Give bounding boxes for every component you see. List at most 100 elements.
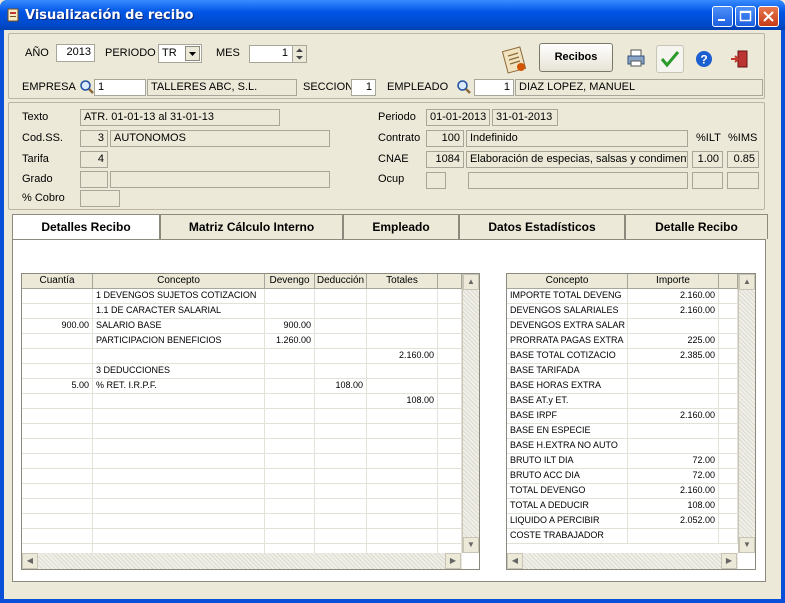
mes-value: 1	[281, 47, 288, 59]
table-row[interactable]	[22, 514, 462, 529]
table-row[interactable]: TOTAL DEVENGO 2.160.00	[507, 484, 738, 499]
table-row[interactable]	[22, 439, 462, 454]
table-row[interactable]: TOTAL A DEDUCIR 108.00	[507, 499, 738, 514]
table-row[interactable]: 1 DEVENGOS SUJETOS COTIZACION	[22, 289, 462, 304]
seccion-field[interactable]: 1	[351, 79, 376, 96]
table-cell	[93, 439, 265, 454]
horizontal-scrollbar[interactable]: ◀ ▶	[22, 553, 462, 569]
tarifa-field: 4	[80, 151, 108, 168]
table-row[interactable]: BASE TARIFADA	[507, 364, 738, 379]
grid-header[interactable]: Concepto	[507, 274, 628, 289]
grid-header[interactable]: Deducción	[315, 274, 367, 289]
horizontal-scrollbar[interactable]: ◀ ▶	[507, 553, 738, 569]
close-button[interactable]	[758, 6, 779, 27]
grid-header[interactable]: Concepto	[93, 274, 265, 289]
table-row[interactable]: IMPORTE TOTAL DEVENG 2.160.00	[507, 289, 738, 304]
scroll-up-icon[interactable]: ▲	[739, 274, 755, 290]
maximize-button[interactable]	[735, 6, 756, 27]
table-cell	[367, 364, 438, 379]
scroll-down-icon[interactable]: ▼	[463, 537, 479, 553]
table-row[interactable]: LIQUIDO A PERCIBIR 2.052.00	[507, 514, 738, 529]
table-row[interactable]: 5.00% RET. I.R.P.F. 108.00	[22, 379, 462, 394]
table-row[interactable]: 108.00	[22, 394, 462, 409]
table-row[interactable]	[22, 499, 462, 514]
vertical-scrollbar[interactable]: ▲ ▼	[738, 274, 755, 553]
periodo-select[interactable]: TR	[158, 44, 202, 63]
scroll-right-icon[interactable]: ▶	[721, 553, 737, 569]
empresa-code-field[interactable]: 1	[94, 79, 146, 96]
table-cell: 108.00	[367, 394, 438, 409]
tab-detalle-recibo[interactable]: Detalle Recibo	[625, 214, 768, 239]
table-cell	[438, 454, 462, 469]
stepper-arrows-icon[interactable]	[292, 46, 306, 62]
minimize-button[interactable]	[712, 6, 733, 27]
tab-empleado[interactable]: Empleado	[343, 214, 459, 239]
cobro-label: % Cobro	[22, 192, 65, 204]
print-button[interactable]	[625, 47, 647, 69]
codss-code-field: 3	[80, 130, 108, 147]
table-cell	[438, 499, 462, 514]
table-row[interactable]: BRUTO ACC DIA 72.00	[507, 469, 738, 484]
receipt-icon[interactable]	[499, 45, 529, 75]
cobro-field	[80, 190, 120, 207]
table-cell	[719, 424, 738, 439]
empleado-code-field[interactable]: 1	[474, 79, 514, 96]
table-row[interactable]: BASE IRPF 2.160.00	[507, 409, 738, 424]
tab-datos-estadisticos[interactable]: Datos Estadísticos	[459, 214, 625, 239]
table-row[interactable]: 1.1 DE CARACTER SALARIAL	[22, 304, 462, 319]
scroll-right-icon[interactable]: ▶	[445, 553, 461, 569]
table-cell	[22, 304, 93, 319]
table-row[interactable]: BRUTO ILT DIA 72.00	[507, 454, 738, 469]
title-bar[interactable]: Visualización de recibo	[0, 0, 785, 30]
table-cell	[315, 349, 367, 364]
contrato-name-field: Indefinido	[466, 130, 688, 147]
table-cell	[628, 394, 719, 409]
vertical-scrollbar[interactable]: ▲ ▼	[462, 274, 479, 553]
table-row[interactable]	[22, 529, 462, 544]
grid-header[interactable]: Devengo	[265, 274, 315, 289]
recibos-button[interactable]: Recibos	[539, 43, 613, 72]
detalle-grid[interactable]: Cuantía Concepto Devengo Deducción Total…	[21, 273, 480, 570]
table-cell	[265, 439, 315, 454]
table-row[interactable]: BASE HORAS EXTRA	[507, 379, 738, 394]
anio-field[interactable]: 2013	[56, 44, 95, 62]
scroll-left-icon[interactable]: ◀	[507, 553, 523, 569]
grid-header[interactable]: Importe	[628, 274, 719, 289]
table-cell	[367, 304, 438, 319]
scroll-down-icon[interactable]: ▼	[739, 537, 755, 553]
chevron-down-icon[interactable]	[185, 46, 200, 61]
scroll-up-icon[interactable]: ▲	[463, 274, 479, 290]
scroll-left-icon[interactable]: ◀	[22, 553, 38, 569]
table-row[interactable]: 900.00 SALARIO BASE 900.00	[22, 319, 462, 334]
table-row[interactable]: BASE EN ESPECIE	[507, 424, 738, 439]
table-row[interactable]: 2.160.00	[22, 349, 462, 364]
table-row[interactable]	[22, 409, 462, 424]
exit-button[interactable]	[729, 49, 751, 71]
table-row[interactable]: DEVENGOS EXTRA SALAR	[507, 319, 738, 334]
help-button[interactable]: ?	[694, 49, 716, 71]
table-row[interactable]: 3 DEDUCCIONES	[22, 364, 462, 379]
table-row[interactable]: PARTICIPACION BENEFICIOS 1.260.00	[22, 334, 462, 349]
table-row[interactable]: DEVENGOS SALARIALES 2.160.00	[507, 304, 738, 319]
table-row[interactable]	[22, 484, 462, 499]
table-cell	[719, 454, 738, 469]
table-row[interactable]: BASE H.EXTRA NO AUTO	[507, 439, 738, 454]
search-icon[interactable]	[456, 79, 472, 95]
table-row[interactable]	[22, 424, 462, 439]
table-row[interactable]	[22, 454, 462, 469]
accept-button[interactable]	[656, 45, 684, 73]
grid-header[interactable]: Totales	[367, 274, 438, 289]
table-row[interactable]: BASE TOTAL COTIZACIO 2.385.00	[507, 349, 738, 364]
tab-detalles-recibo[interactable]: Detalles Recibo	[12, 214, 160, 240]
table-cell: DEVENGOS EXTRA SALAR	[507, 319, 628, 334]
grado-name-field	[110, 171, 330, 188]
table-row[interactable]: COSTE TRABAJADOR	[507, 529, 738, 544]
tab-matriz-calculo[interactable]: Matriz Cálculo Interno	[160, 214, 343, 239]
table-row[interactable]: PRORRATA PAGAS EXTRA 225.00	[507, 334, 738, 349]
search-icon[interactable]	[79, 79, 95, 95]
resumen-grid[interactable]: Concepto Importe IMPORTE TOTAL DEVENG 2.1…	[506, 273, 756, 570]
mes-stepper[interactable]: 1	[249, 45, 307, 63]
table-row[interactable]	[22, 469, 462, 484]
table-row[interactable]: BASE AT.y ET.	[507, 394, 738, 409]
grid-header[interactable]: Cuantía	[22, 274, 93, 289]
